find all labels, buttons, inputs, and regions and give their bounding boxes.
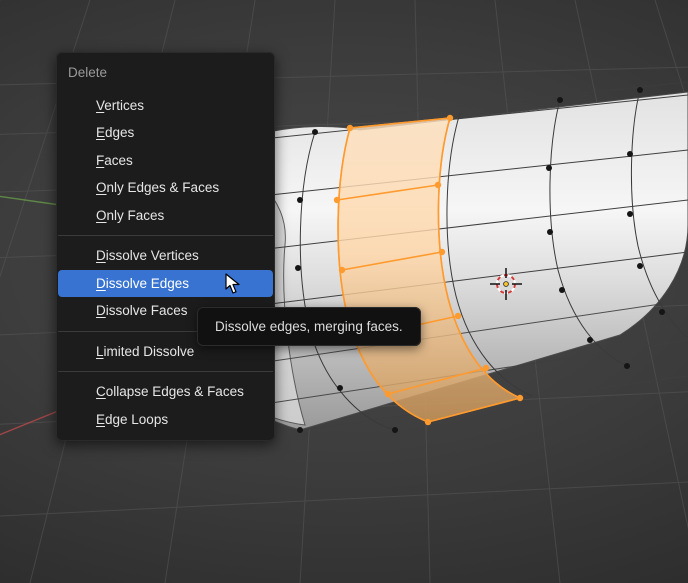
menu-item-label: Collapse Edges & Faces [96, 384, 244, 399]
menu-item-label: Dissolve Edges [96, 276, 189, 291]
tooltip-text: Dissolve edges, merging faces. [215, 319, 403, 334]
menu-item-label: Edges [96, 125, 134, 140]
menu-item-label: Dissolve Faces [96, 303, 188, 318]
menu-separator [58, 235, 273, 236]
menu-item-label: Only Faces [96, 208, 164, 223]
menu-title: Delete [58, 54, 273, 90]
menu-item-label: Limited Dissolve [96, 344, 194, 359]
delete-context-menu[interactable]: Delete Vertices Edges Faces Only Edges & Fa… [56, 52, 275, 441]
menu-item-dissolve-edges[interactable]: Dissolve Edges [58, 270, 273, 298]
menu-item-label: Only Edges & Faces [96, 180, 219, 195]
menu-item-faces[interactable]: Faces [58, 147, 273, 175]
menu-item-label: Edge Loops [96, 412, 168, 427]
menu-item-edges[interactable]: Edges [58, 119, 273, 147]
menu-separator [58, 371, 273, 372]
menu-item-dissolve-vertices[interactable]: Dissolve Vertices [58, 242, 273, 270]
menu-item-edge-loops[interactable]: Edge Loops [58, 406, 273, 434]
menu-item-label: Vertices [96, 98, 144, 113]
menu-title-label: Delete [68, 65, 107, 80]
menu-item-only-faces[interactable]: Only Faces [58, 202, 273, 230]
tooltip: Dissolve edges, merging faces. [197, 307, 421, 346]
menu-item-only-edges-faces[interactable]: Only Edges & Faces [58, 174, 273, 202]
menu-item-collapse-edges-faces[interactable]: Collapse Edges & Faces [58, 378, 273, 406]
menu-item-vertices[interactable]: Vertices [58, 92, 273, 120]
menu-item-label: Faces [96, 153, 133, 168]
menu-item-label: Dissolve Vertices [96, 248, 199, 263]
